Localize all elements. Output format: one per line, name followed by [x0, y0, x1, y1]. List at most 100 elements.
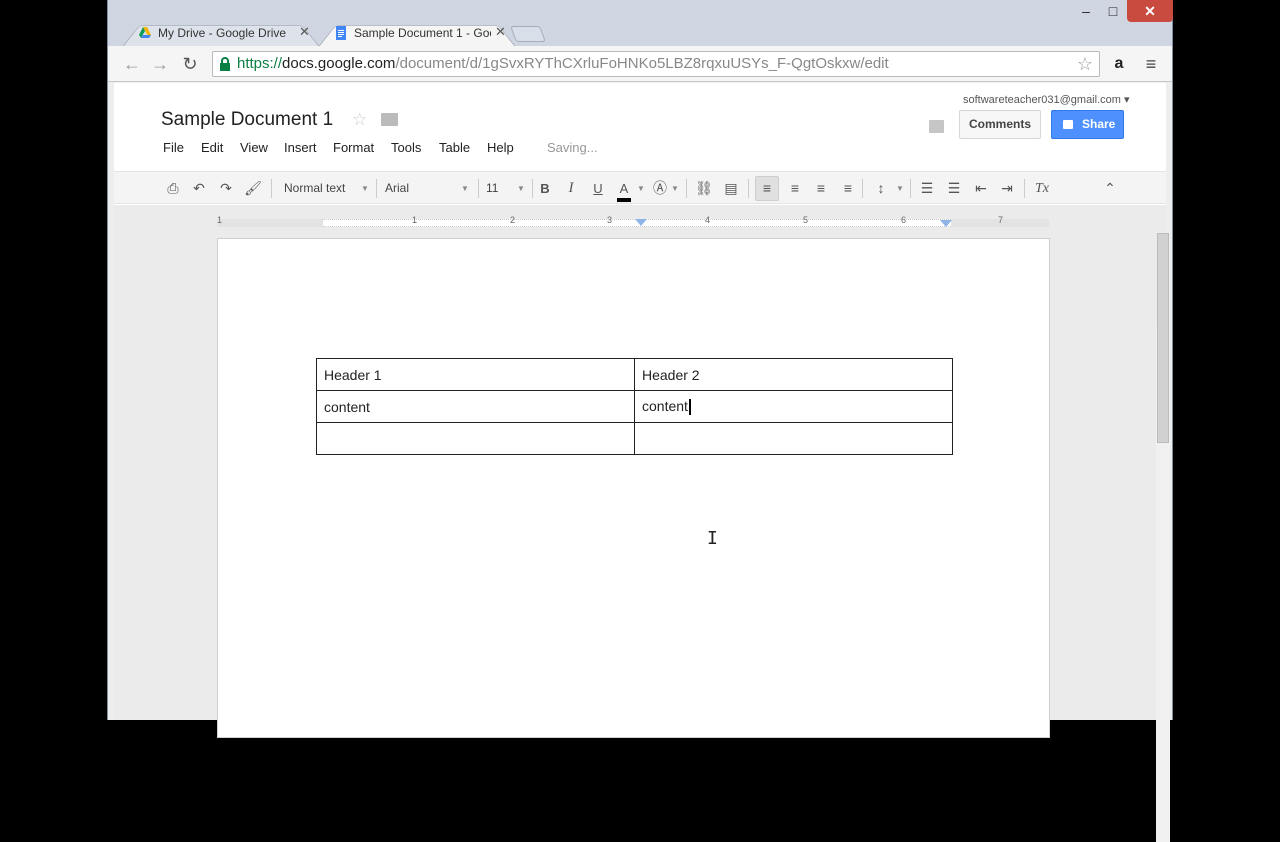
comments-button[interactable]: Comments — [959, 110, 1041, 139]
align-right-icon[interactable]: ≡ — [812, 172, 830, 205]
collapse-chevron-icon[interactable]: ⌃ — [1100, 172, 1120, 205]
align-justify-icon[interactable]: ≡ — [839, 172, 857, 205]
close-icon[interactable]: ✕ — [299, 24, 310, 40]
chevron-down-icon[interactable]: ▼ — [636, 172, 646, 205]
chevron-down-icon[interactable]: ▼ — [360, 172, 370, 205]
minimize-button[interactable]: – — [1071, 0, 1101, 22]
tab-sample-document-label: Sample Document 1 - Goo — [354, 26, 491, 40]
right-indent-marker[interactable] — [940, 220, 952, 227]
ruler-number: 1 — [412, 215, 418, 225]
style-select[interactable]: Normal text — [284, 172, 359, 205]
undo-icon[interactable]: ↶ — [190, 172, 208, 205]
amazon-extension-icon[interactable]: a — [1107, 52, 1131, 76]
url-text: https://docs.google.com/document/d/1gSvx… — [237, 52, 889, 76]
url-scheme: https:// — [237, 55, 283, 72]
lock-icon — [220, 57, 230, 71]
font-size-select[interactable]: 11 — [486, 172, 510, 205]
google-drive-icon — [139, 27, 151, 38]
menu-format[interactable]: Format — [333, 140, 374, 155]
scrollbar-thumb[interactable] — [1157, 233, 1169, 443]
table-cell[interactable]: Header 2 — [634, 358, 953, 391]
chevron-down-icon[interactable]: ▼ — [895, 172, 905, 205]
ruler-number: 2 — [510, 215, 516, 225]
menu-icon[interactable]: ≡ — [1139, 52, 1163, 76]
table-cell[interactable]: Header 1 — [316, 358, 635, 391]
align-left-icon[interactable]: ≡ — [755, 176, 779, 201]
docs-app: Sample Document 1 ☆ File Edit View Inser… — [114, 83, 1170, 842]
underline-button[interactable]: U — [591, 172, 605, 205]
italic-button[interactable]: I — [564, 172, 578, 205]
comment-icon[interactable]: ▤ — [722, 172, 740, 205]
browser-toolbar: ← → ↻ https://docs.google.com/document/d… — [108, 46, 1172, 82]
document-page[interactable]: Header 1 Header 2 content content — [217, 238, 1050, 738]
ruler-number: 6 — [901, 215, 907, 225]
ruler[interactable]: 1 1 2 3 4 5 6 7 — [217, 215, 1049, 231]
share-button[interactable]: Share — [1051, 110, 1124, 139]
reload-icon[interactable]: ↻ — [178, 52, 202, 76]
document-table[interactable]: Header 1 Header 2 content content — [316, 358, 953, 455]
table-cell-text: content — [642, 397, 688, 414]
text-color-button[interactable]: A — [617, 172, 631, 202]
ruler-number: 4 — [705, 215, 711, 225]
tab-my-drive[interactable]: My Drive - Google Drive ✕ — [122, 19, 320, 47]
chevron-down-icon[interactable]: ▼ — [516, 172, 526, 205]
line-spacing-icon[interactable]: ↕ — [871, 172, 891, 205]
menu-insert[interactable]: Insert — [284, 140, 317, 155]
close-icon[interactable]: ✕ — [495, 24, 506, 40]
menu-table[interactable]: Table — [439, 140, 470, 155]
document-title[interactable]: Sample Document 1 — [161, 109, 333, 131]
menu-tools[interactable]: Tools — [391, 140, 421, 155]
redo-icon[interactable]: ↷ — [217, 172, 235, 205]
table-row — [316, 422, 953, 455]
share-label: Share — [1082, 117, 1116, 131]
format-toolbar: ⎙ ↶ ↷ 🖌 Normal text ▼ Arial ▼ 11 ▼ B I U… — [114, 171, 1166, 204]
ruler-number: 3 — [607, 215, 613, 225]
address-bar[interactable]: https://docs.google.com/document/d/1gSvx… — [212, 51, 1100, 77]
menu-edit[interactable]: Edit — [201, 140, 223, 155]
chevron-down-icon[interactable]: ▼ — [460, 172, 470, 205]
font-select[interactable]: Arial — [385, 172, 460, 205]
chat-icon[interactable] — [929, 120, 944, 133]
chevron-down-icon[interactable]: ▼ — [670, 172, 680, 205]
lock-icon — [1063, 120, 1073, 129]
window-close-button[interactable]: ✕ — [1127, 0, 1173, 22]
document-canvas: 1 1 2 3 4 5 6 7 Header 1 Header 2 conten… — [114, 205, 1170, 842]
increase-indent-icon[interactable]: ⇥ — [997, 172, 1017, 205]
table-row: content content — [316, 390, 953, 423]
align-center-icon[interactable]: ≡ — [786, 172, 804, 205]
bold-button[interactable]: B — [538, 172, 552, 205]
table-row: Header 1 Header 2 — [316, 358, 953, 391]
new-tab-button[interactable] — [510, 26, 546, 42]
numbered-list-icon[interactable]: ☰ — [917, 172, 937, 205]
star-icon[interactable]: ☆ — [352, 110, 367, 130]
print-icon[interactable]: ⎙ — [164, 172, 182, 205]
ruler-number: 5 — [803, 215, 809, 225]
decrease-indent-icon[interactable]: ⇤ — [971, 172, 991, 205]
left-indent-marker[interactable] — [635, 219, 647, 226]
highlight-color-icon[interactable]: Ⓐ — [652, 172, 668, 205]
save-status: Saving... — [547, 140, 598, 155]
menu-file[interactable]: File — [163, 140, 184, 155]
back-arrow-icon[interactable]: ← — [120, 52, 144, 76]
maximize-button[interactable]: □ — [1099, 0, 1127, 22]
folder-icon[interactable] — [381, 113, 398, 126]
ruler-number: 1 — [217, 215, 223, 225]
menu-help[interactable]: Help — [487, 140, 514, 155]
paint-format-icon[interactable]: 🖌 — [244, 172, 262, 205]
table-cell[interactable] — [634, 422, 953, 455]
clear-formatting-icon[interactable]: Tx — [1032, 172, 1052, 205]
account-email[interactable]: softwareteacher031@gmail.com ▾ — [963, 93, 1129, 106]
tab-strip: My Drive - Google Drive ✕ Sample Documen… — [108, 0, 1173, 47]
tab-sample-document[interactable]: Sample Document 1 - Goo ✕ — [318, 19, 516, 47]
table-cell[interactable] — [316, 422, 635, 455]
ruler-number: 7 — [998, 215, 1004, 225]
forward-arrow-icon[interactable]: → — [148, 52, 172, 76]
bookmark-star-icon[interactable]: ☆ — [1077, 52, 1093, 76]
link-icon[interactable]: ⛓ — [694, 172, 714, 205]
table-cell-active[interactable]: content — [634, 390, 953, 423]
menu-view[interactable]: View — [240, 140, 268, 155]
url-host: docs.google.com — [282, 55, 396, 72]
table-cell[interactable]: content — [316, 390, 635, 423]
google-docs-icon — [336, 26, 346, 40]
bulleted-list-icon[interactable]: ☰ — [944, 172, 964, 205]
